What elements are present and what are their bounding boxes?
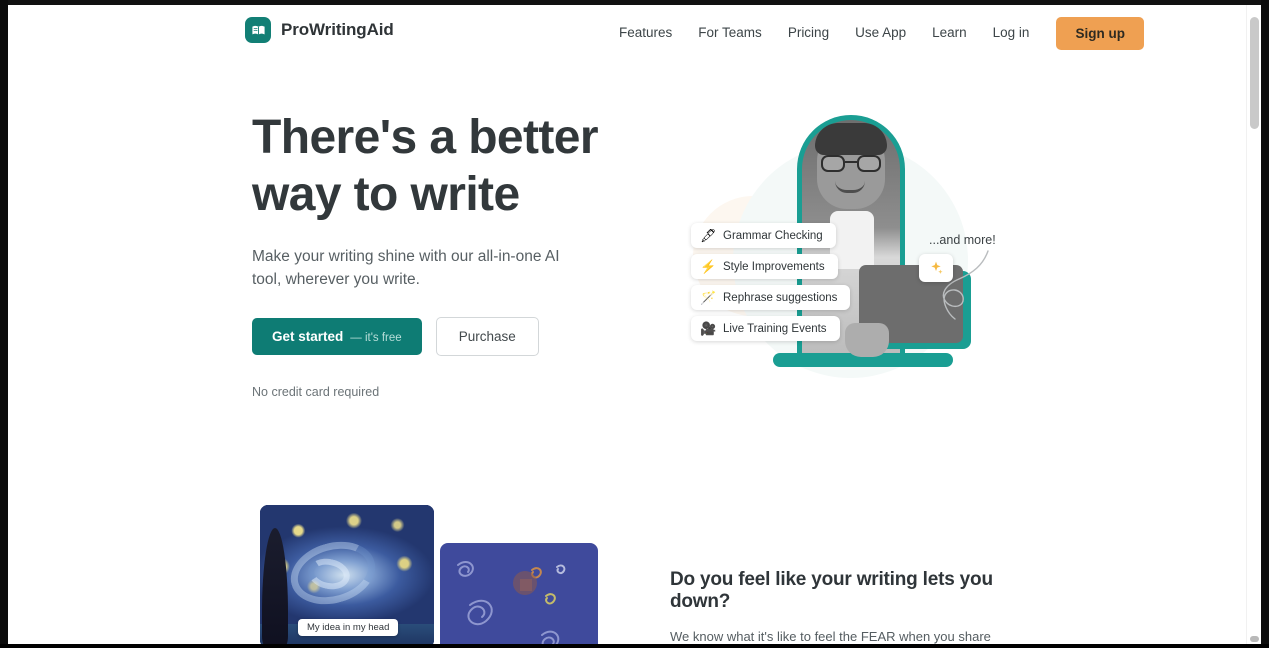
nav-item-log-in[interactable]: Log in bbox=[980, 16, 1043, 50]
glasses-left-lens bbox=[821, 155, 845, 172]
page-content: ProWritingAid Features For Teams Pricing… bbox=[8, 5, 1246, 648]
page-title: There's a better way to write bbox=[252, 109, 632, 223]
feature-pill-label: Grammar Checking bbox=[723, 229, 823, 242]
and-more-annotation: ...and more! bbox=[929, 233, 996, 247]
person-hair bbox=[815, 123, 887, 155]
image-caption: My idea in my head bbox=[298, 619, 399, 636]
hero-copy: There's a better way to write Make your … bbox=[252, 109, 632, 399]
glasses-bridge bbox=[845, 161, 857, 163]
get-started-note: — it's free bbox=[350, 332, 402, 344]
glasses-right-lens bbox=[857, 155, 881, 172]
browser-right-edge bbox=[1261, 0, 1269, 648]
brand-logo-link[interactable]: ProWritingAid bbox=[245, 17, 394, 43]
nav-item-learn[interactable]: Learn bbox=[919, 16, 980, 50]
sign-up-button[interactable]: Sign up bbox=[1056, 16, 1144, 50]
section-heading: Do you feel like your writing lets you d… bbox=[670, 569, 993, 612]
get-started-button[interactable]: Get started — it's free bbox=[252, 318, 422, 355]
no-credit-card-note: No credit card required bbox=[252, 385, 380, 399]
page-viewport: ProWritingAid Features For Teams Pricing… bbox=[8, 5, 1261, 648]
feature-pill-rephrase-suggestions[interactable]: 🪄 Rephrase suggestions bbox=[691, 285, 851, 310]
hero-subtitle: Make your writing shine with our all-in-… bbox=[252, 248, 560, 288]
hero-illustration: 🖋 Grammar Checking ⚡ Style Improvements … bbox=[663, 101, 1033, 451]
site-header: ProWritingAid Features For Teams Pricing… bbox=[8, 5, 1246, 61]
sketch-version-image bbox=[440, 543, 598, 648]
get-started-label: Get started bbox=[272, 329, 344, 344]
nav-item-use-app[interactable]: Use App bbox=[842, 16, 919, 50]
feature-pill-live-training-events[interactable]: 🎥 Live Training Events bbox=[691, 316, 840, 341]
browser-left-edge bbox=[0, 0, 8, 648]
vertical-scrollbar-track[interactable] bbox=[1246, 5, 1261, 648]
browser-window: ProWritingAid Features For Teams Pricing… bbox=[0, 0, 1269, 648]
main-navigation: Features For Teams Pricing Use App Learn… bbox=[606, 16, 1144, 50]
scrollbar-bottom-marker bbox=[1250, 636, 1259, 642]
feature-pill-grammar-checking[interactable]: 🖋 Grammar Checking bbox=[691, 223, 836, 248]
feature-pill-label: Style Improvements bbox=[723, 260, 825, 273]
book-pages-logo-icon bbox=[245, 17, 271, 43]
hero-cta-row: Get started — it's free Purchase bbox=[252, 317, 632, 356]
hero-section: There's a better way to write Make your … bbox=[8, 61, 1246, 481]
hero-title-line-1: There's a better bbox=[252, 111, 599, 164]
magic-wand-icon: 🪄 bbox=[700, 290, 717, 305]
writing-lets-you-down-section: My idea in my head Do you feel like your… bbox=[8, 481, 1246, 648]
nav-item-for-teams[interactable]: For Teams bbox=[685, 16, 775, 50]
nav-item-pricing[interactable]: Pricing bbox=[775, 16, 842, 50]
glasses-icon bbox=[821, 155, 881, 172]
lower-section-copy: Do you feel like your writing lets you d… bbox=[670, 569, 1018, 648]
feature-pill-style-improvements[interactable]: ⚡ Style Improvements bbox=[691, 254, 838, 279]
feature-pill-list: 🖋 Grammar Checking ⚡ Style Improvements … bbox=[691, 223, 851, 341]
nav-item-features[interactable]: Features bbox=[606, 16, 685, 50]
purchase-button[interactable]: Purchase bbox=[435, 317, 539, 356]
pen-icon: 🖋 bbox=[700, 228, 717, 243]
vertical-scrollbar-thumb[interactable] bbox=[1250, 17, 1259, 129]
browser-bottom-edge bbox=[0, 644, 1269, 648]
hero-title-line-2: way to write bbox=[252, 168, 520, 221]
starry-night-image: My idea in my head bbox=[260, 505, 434, 648]
feature-pill-label: Rephrase suggestions bbox=[723, 291, 838, 304]
person-hand bbox=[845, 323, 889, 357]
brand-name: ProWritingAid bbox=[281, 20, 394, 39]
lightning-bolt-icon: ⚡ bbox=[700, 259, 717, 274]
sketch-doodles-icon bbox=[457, 561, 566, 648]
feature-pill-label: Live Training Events bbox=[723, 322, 827, 335]
sparkles-icon bbox=[919, 254, 953, 282]
video-camera-icon: 🎥 bbox=[700, 321, 717, 336]
